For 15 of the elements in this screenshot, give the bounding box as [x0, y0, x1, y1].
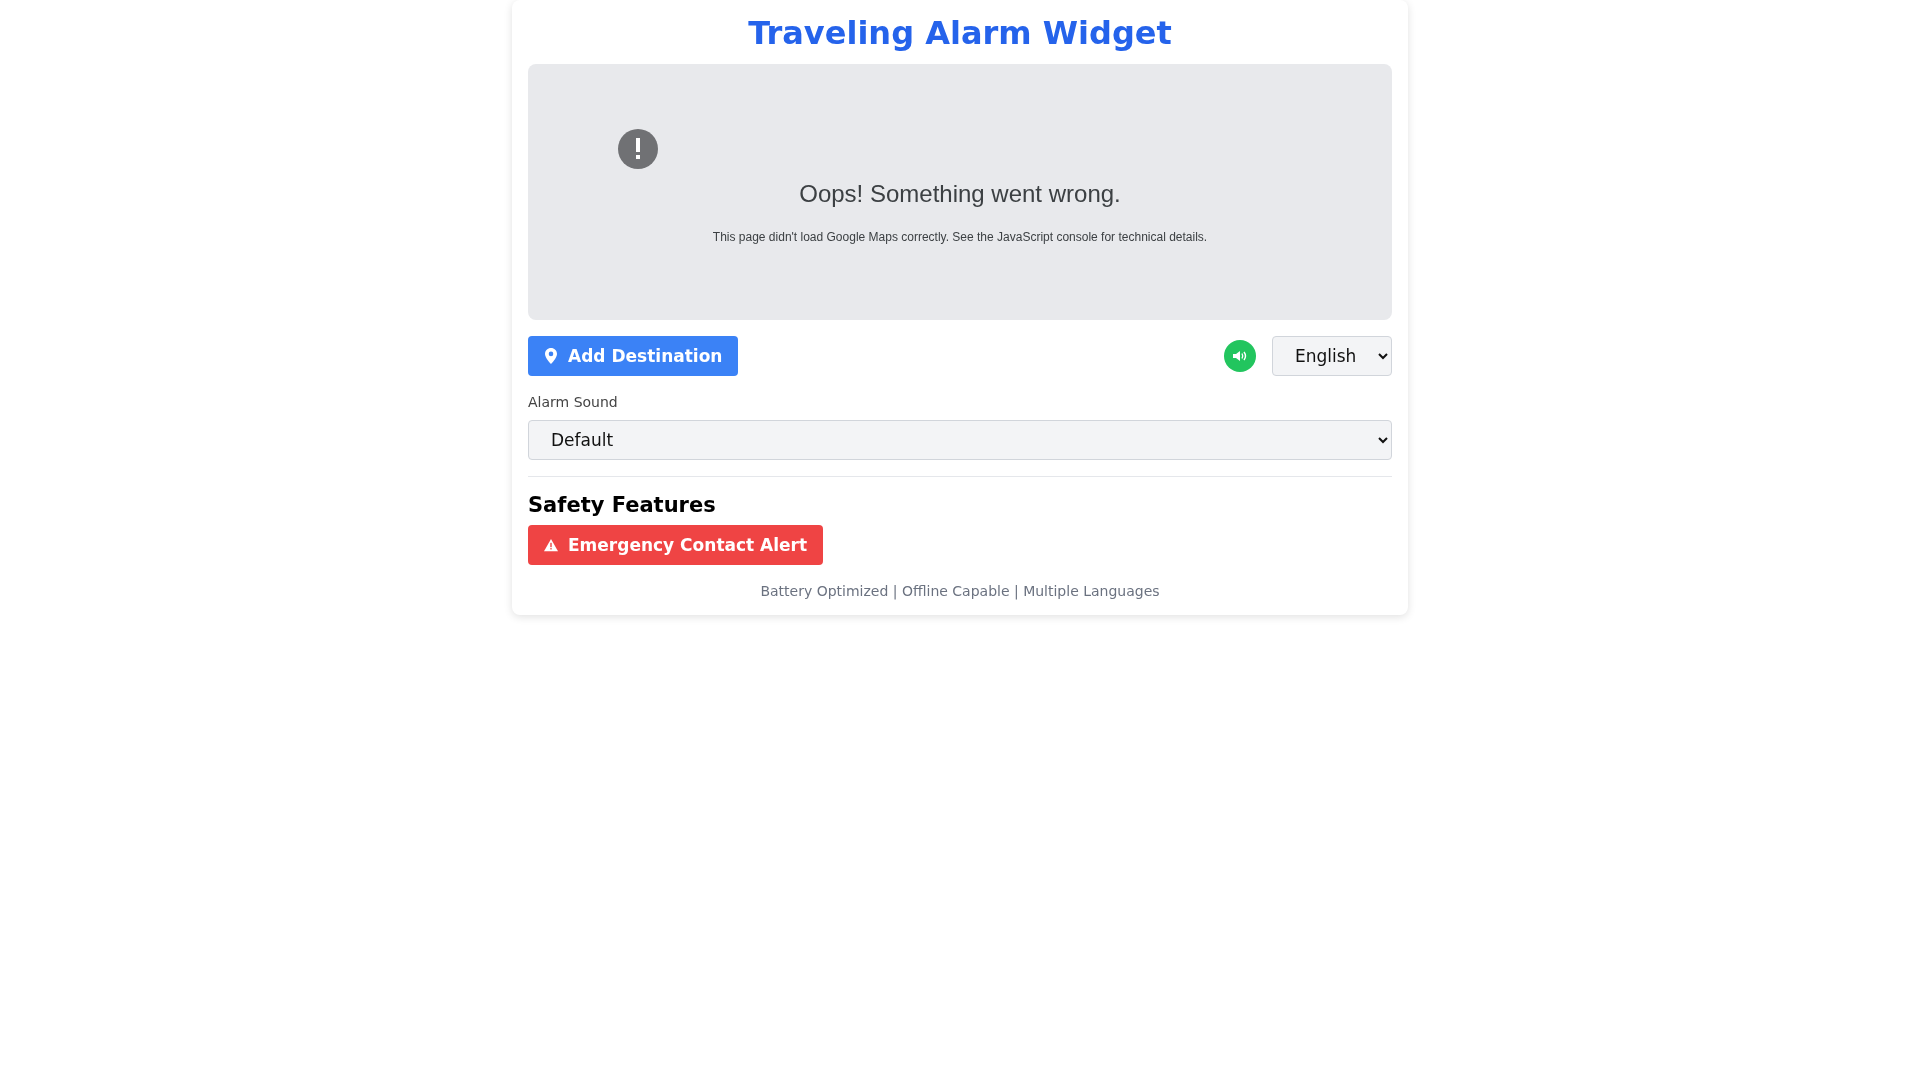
feature-summary: Battery Optimized | Offline Capable | Multiple Languages: [759, 583, 1161, 599]
warning-icon: [544, 537, 558, 553]
sound-toggle[interactable]: [1224, 340, 1256, 372]
alarm-sound-label: Alarm Sound: [528, 394, 619, 410]
add-destination-button[interactable]: Add Destination: [528, 336, 739, 376]
error-message: This page didn't load Google Maps correctly. See the JavaScript console for technical details.: [712, 230, 1208, 244]
speaker-icon: [1232, 348, 1248, 364]
safety-heading: Safety Features: [528, 493, 717, 517]
alarm-sound-select[interactable]: Default: [528, 420, 1392, 460]
widget-title: Traveling Alarm Widget: [747, 13, 1173, 54]
error-heading: Oops! Something went wrong.: [799, 180, 1121, 208]
language-select[interactable]: English: [1272, 336, 1392, 376]
error-icon: [618, 129, 658, 169]
emergency-alert-button[interactable]: Emergency Contact Alert: [528, 525, 824, 565]
map-pin-icon: [544, 348, 558, 364]
